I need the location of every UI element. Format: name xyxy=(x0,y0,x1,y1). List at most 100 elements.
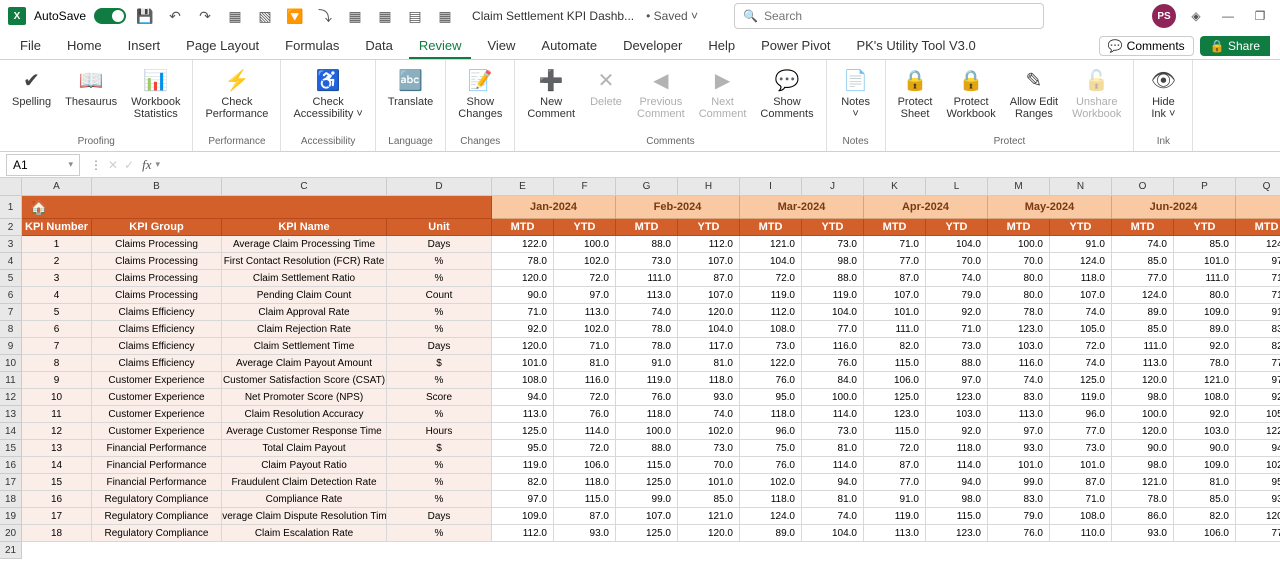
cell[interactable]: 94.0 xyxy=(926,474,988,491)
cell[interactable]: 100.0 xyxy=(988,236,1050,253)
cell[interactable]: 78.0 xyxy=(616,338,678,355)
table-row[interactable]: 4Claims ProcessingPending Claim CountCou… xyxy=(22,287,1280,304)
col-header[interactable]: F xyxy=(554,178,616,196)
cell[interactable]: 15 xyxy=(22,474,92,491)
cell[interactable]: 122.0 xyxy=(492,236,554,253)
cell[interactable]: 12 xyxy=(22,423,92,440)
cell[interactable]: 100.0 xyxy=(1112,406,1174,423)
ribbon-show[interactable]: 📝ShowChanges xyxy=(452,62,508,124)
cell[interactable]: 113.0 xyxy=(554,304,616,321)
cell[interactable]: 114.0 xyxy=(554,423,616,440)
col-header[interactable]: H xyxy=(678,178,740,196)
cell[interactable]: 93.0 xyxy=(1236,491,1280,508)
cell[interactable]: 76.0 xyxy=(802,355,864,372)
diamond-icon[interactable]: ◈ xyxy=(1184,4,1208,28)
cell[interactable]: 89.0 xyxy=(740,525,802,542)
cell[interactable]: 81.0 xyxy=(678,355,740,372)
cell[interactable]: 118.0 xyxy=(616,406,678,423)
cell[interactable]: 3 xyxy=(22,270,92,287)
cell[interactable]: 122.0 xyxy=(740,355,802,372)
cell[interactable]: 75.0 xyxy=(740,440,802,457)
cell[interactable]: Days xyxy=(387,236,492,253)
table-row[interactable]: 16Regulatory ComplianceCompliance Rate%9… xyxy=(22,491,1280,508)
cell[interactable]: 113.0 xyxy=(616,287,678,304)
cell[interactable]: 102.0 xyxy=(554,253,616,270)
ribbon-translate[interactable]: 🔤Translate xyxy=(382,62,439,112)
cell[interactable]: 91.0 xyxy=(616,355,678,372)
qat-icon[interactable]: 🔽 xyxy=(284,5,306,27)
name-box[interactable]: A1▾ xyxy=(6,154,80,176)
cell[interactable]: 72.0 xyxy=(554,270,616,287)
cell[interactable]: 107.0 xyxy=(1050,287,1112,304)
cell[interactable]: 121.0 xyxy=(1174,372,1236,389)
cell[interactable]: 115.0 xyxy=(554,491,616,508)
cell[interactable]: Claim Approval Rate xyxy=(222,304,387,321)
cell[interactable]: 9 xyxy=(22,372,92,389)
cell[interactable]: 74.0 xyxy=(802,508,864,525)
cell[interactable]: 125.0 xyxy=(864,389,926,406)
tab-power-pivot[interactable]: Power Pivot xyxy=(751,34,840,59)
cell[interactable]: 116.0 xyxy=(554,372,616,389)
cell[interactable]: 115.0 xyxy=(864,423,926,440)
cell[interactable]: 79.0 xyxy=(926,287,988,304)
cell[interactable]: 99.0 xyxy=(616,491,678,508)
col-header[interactable]: N xyxy=(1050,178,1112,196)
table-row[interactable]: 14Financial PerformanceClaim Payout Rati… xyxy=(22,457,1280,474)
tab-insert[interactable]: Insert xyxy=(118,34,171,59)
ribbon-check[interactable]: ♿CheckAccessibility ˅ xyxy=(287,62,368,124)
table-row[interactable]: 10Customer ExperienceNet Promoter Score … xyxy=(22,389,1280,406)
cell[interactable]: 116.0 xyxy=(802,338,864,355)
cell[interactable]: 13 xyxy=(22,440,92,457)
table-row[interactable]: 1Claims ProcessingAverage Claim Processi… xyxy=(22,236,1280,253)
cell[interactable]: 97.0 xyxy=(1236,372,1280,389)
cell[interactable]: 98.0 xyxy=(1112,389,1174,406)
cell[interactable]: Claim Payout Ratio xyxy=(222,457,387,474)
cell[interactable]: Claims Processing xyxy=(92,253,222,270)
tab-file[interactable]: File xyxy=(10,34,51,59)
avatar[interactable]: PS xyxy=(1152,4,1176,28)
cell[interactable]: 85.0 xyxy=(1174,491,1236,508)
cell[interactable]: 125.0 xyxy=(1050,372,1112,389)
cell[interactable]: 101.0 xyxy=(492,355,554,372)
cell[interactable]: 79.0 xyxy=(988,508,1050,525)
cell[interactable]: 103.0 xyxy=(988,338,1050,355)
cell[interactable]: 102.0 xyxy=(1236,457,1280,474)
cell[interactable]: 87.0 xyxy=(678,270,740,287)
tab-pk-s-utility-tool-v3-0[interactable]: PK's Utility Tool V3.0 xyxy=(846,34,985,59)
cell[interactable]: 78.0 xyxy=(1174,355,1236,372)
cell[interactable]: 77.0 xyxy=(1236,525,1280,542)
cell[interactable]: Customer Experience xyxy=(92,389,222,406)
cell[interactable]: 113.0 xyxy=(1112,355,1174,372)
cell[interactable]: 74.0 xyxy=(616,304,678,321)
cell[interactable]: 96.0 xyxy=(740,423,802,440)
cell[interactable]: 93.0 xyxy=(1112,525,1174,542)
cell[interactable]: 85.0 xyxy=(1174,236,1236,253)
redo-icon[interactable]: ↷ xyxy=(194,5,216,27)
tab-developer[interactable]: Developer xyxy=(613,34,692,59)
qat-icon[interactable]: ▦ xyxy=(224,5,246,27)
cell[interactable]: 93.0 xyxy=(678,389,740,406)
cell[interactable]: 117.0 xyxy=(678,338,740,355)
row-header[interactable]: 18 xyxy=(0,491,22,508)
col-header[interactable]: I xyxy=(740,178,802,196)
cell[interactable]: 16 xyxy=(22,491,92,508)
cell[interactable]: 123.0 xyxy=(864,406,926,423)
cell[interactable]: 97.0 xyxy=(492,491,554,508)
cell[interactable]: 105.0 xyxy=(1050,321,1112,338)
cell[interactable]: 104.0 xyxy=(802,304,864,321)
cell[interactable]: 94.0 xyxy=(1236,440,1280,457)
table-row[interactable]: 3Claims ProcessingClaim Settlement Ratio… xyxy=(22,270,1280,287)
row-header[interactable]: 19 xyxy=(0,508,22,525)
cell[interactable]: 78.0 xyxy=(988,304,1050,321)
cell[interactable]: Pending Claim Count xyxy=(222,287,387,304)
cell[interactable]: 120.0 xyxy=(1236,508,1280,525)
cell[interactable]: 71.0 xyxy=(864,236,926,253)
col-header[interactable]: P xyxy=(1174,178,1236,196)
row-header[interactable]: 20 xyxy=(0,525,22,542)
cell[interactable]: % xyxy=(387,253,492,270)
qat-icon[interactable]: ▧ xyxy=(254,5,276,27)
cell[interactable]: 118.0 xyxy=(678,372,740,389)
dropdown-icon[interactable]: ⋮ xyxy=(90,158,102,172)
cell[interactable]: 121.0 xyxy=(740,236,802,253)
cell[interactable]: 84.0 xyxy=(802,372,864,389)
